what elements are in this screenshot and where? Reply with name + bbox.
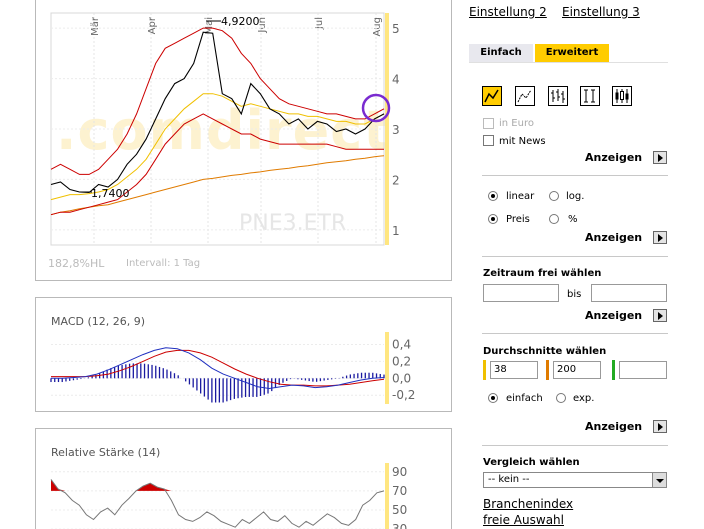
vergleich-title: Vergleich wählen <box>483 457 580 468</box>
divider <box>482 256 668 257</box>
anzeigen-label-1[interactable]: Anzeigen <box>585 151 642 164</box>
month-tick-label: Apr <box>147 16 158 34</box>
mit-news-checkbox[interactable] <box>483 135 494 146</box>
month-tick-label: Aug <box>372 17 383 37</box>
anzeigen-label-3[interactable]: Anzeigen <box>585 309 642 322</box>
current-period-marker <box>385 332 389 404</box>
preis-radio[interactable] <box>488 214 498 224</box>
y-tick-label: 5 <box>392 22 400 36</box>
vergleich-select[interactable]: -- kein -- <box>483 472 667 488</box>
interval-label: Intervall: 1 Tag <box>126 258 201 269</box>
einstellung-3-link[interactable]: Einstellung 3 <box>562 5 640 19</box>
bar-chart-icon[interactable] <box>580 86 600 106</box>
mit-news-label: mit News <box>499 136 546 147</box>
y-tick-label: 30 <box>392 522 407 529</box>
macd-line <box>51 347 385 390</box>
current-period-marker <box>385 13 389 245</box>
avg-38-line <box>50 93 385 201</box>
exp-label: exp. <box>573 393 595 404</box>
tab-einfach[interactable]: Einfach <box>469 44 533 62</box>
in-euro-checkbox[interactable] <box>483 118 494 129</box>
date-to-input[interactable] <box>591 284 667 302</box>
rsi-panel: Relative Stärke (14) 90705030 <box>35 428 452 529</box>
rsi-chart: 90 70 50 30 <box>50 463 407 529</box>
candle-chart-icon[interactable] <box>612 86 632 106</box>
preis-label: Preis <box>506 214 530 225</box>
zeitraum-title: Zeitraum frei wählen <box>483 268 602 279</box>
avg-200-input[interactable]: 200 <box>553 361 601 379</box>
avg-38-marker <box>483 360 486 380</box>
einstellung-2-link[interactable]: Einstellung 2 <box>469 5 547 19</box>
log-radio[interactable] <box>549 191 559 201</box>
linear-label: linear <box>506 191 535 202</box>
anzeigen-button-1[interactable] <box>653 151 667 164</box>
line-chart-icon[interactable] <box>482 86 502 106</box>
date-from-input[interactable] <box>483 284 559 302</box>
anzeigen-button-2[interactable] <box>653 231 667 244</box>
prozent-radio[interactable] <box>549 214 559 224</box>
rsi-line <box>50 479 385 528</box>
anzeigen-button-3[interactable] <box>653 309 667 322</box>
macd-panel: MACD (12, 26, 9) 0,4 0,2 0,0 -0,2 <box>35 297 452 412</box>
exp-radio[interactable] <box>556 393 566 403</box>
performance-label: 182,8%HL <box>48 257 105 270</box>
vergleich-selected: -- kein -- <box>488 474 530 485</box>
price-line <box>50 31 385 194</box>
avg-3-input[interactable] <box>619 361 667 379</box>
chevron-down-icon[interactable] <box>652 473 666 487</box>
y-tick-label: 0,2 <box>392 354 411 368</box>
prozent-label: % <box>568 214 578 225</box>
branchenindex-link[interactable]: Branchenindex <box>483 497 573 511</box>
avg-200-marker <box>546 360 549 380</box>
ohlc-chart-icon[interactable] <box>548 86 568 106</box>
bis-label: bis <box>567 289 582 300</box>
anzeigen-label-2[interactable]: Anzeigen <box>585 231 642 244</box>
avg-38-input[interactable]: 38 <box>490 361 538 379</box>
high-label: 4,9200 <box>221 15 260 28</box>
month-tick-label: Mär <box>90 16 101 36</box>
linear-radio[interactable] <box>488 191 498 201</box>
upper-bollinger-band <box>50 27 385 175</box>
y-tick-label: 0,0 <box>392 371 411 385</box>
log-label: log. <box>566 191 585 202</box>
freie-auswahl-link[interactable]: freie Auswahl <box>483 513 564 527</box>
y-tick-label: -0,2 <box>392 388 415 402</box>
in-euro-label: in Euro <box>499 118 534 129</box>
price-chart-panel: .comdirect PNE3.ETR Mär Apr Mai Jun Jul Aug 5 4… <box>35 0 452 281</box>
macd-chart: 0,4 0,2 0,0 -0,2 <box>50 332 415 404</box>
price-chart: Mär Apr Mai Jun Jul Aug 543214,92001,7400 <box>50 12 400 246</box>
anzeigen-label-4[interactable]: Anzeigen <box>585 420 642 433</box>
tab-erweitert[interactable]: Erweitert <box>535 44 609 62</box>
y-tick-label: 1 <box>392 224 400 238</box>
y-tick-label: 90 <box>392 465 407 479</box>
y-tick-label: 50 <box>392 503 407 517</box>
low-label: 1,7400 <box>91 187 130 200</box>
y-tick-label: 0,4 <box>392 337 411 351</box>
rsi-overbought-fill <box>51 479 384 491</box>
einfach-label: einfach <box>506 393 543 404</box>
y-tick-label: 2 <box>392 173 400 187</box>
y-tick-label: 3 <box>392 123 400 137</box>
divider <box>482 445 668 446</box>
y-tick-label: 70 <box>392 484 407 498</box>
divider <box>482 333 668 334</box>
divider <box>482 175 668 176</box>
durchschnitte-title: Durchschnitte wählen <box>483 346 607 357</box>
avg-3-marker <box>612 360 615 380</box>
macd-signal-line <box>51 349 385 387</box>
einfach-radio[interactable] <box>488 393 498 403</box>
anzeigen-button-4[interactable] <box>653 420 667 433</box>
mountain-chart-icon[interactable] <box>515 86 535 106</box>
y-tick-label: 4 <box>392 73 400 87</box>
current-period-marker <box>385 463 389 529</box>
